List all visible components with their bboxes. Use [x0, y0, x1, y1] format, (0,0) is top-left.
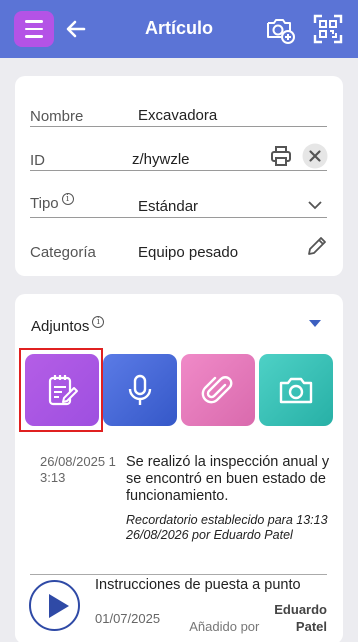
attachments-card: Adjuntos i 26/08/2025 13:13 Se realizó la…	[15, 294, 343, 642]
app-header: Artículo	[0, 0, 358, 58]
tipo-select-value[interactable]: Estándar	[138, 198, 198, 215]
add-audio-button[interactable]	[103, 354, 177, 426]
note-reminder: Recordatorio establecido para 13:13 26/0…	[126, 513, 328, 542]
id-underline	[30, 170, 327, 171]
pencil-edit-icon[interactable]	[305, 234, 329, 258]
divider	[30, 574, 327, 575]
tipo-label: Tipo i	[30, 193, 74, 212]
add-photo-button[interactable]	[259, 354, 333, 426]
categoria-label: Categoría	[30, 244, 96, 261]
info-icon[interactable]: i	[92, 316, 105, 328]
camera-plus-icon[interactable]	[264, 13, 296, 45]
caret-down-icon[interactable]	[309, 320, 321, 327]
clear-icon[interactable]	[302, 143, 328, 169]
selection-highlight	[19, 348, 103, 432]
categoria-value[interactable]: Equipo pesado	[138, 244, 238, 261]
microphone-icon	[128, 374, 152, 405]
note-text[interactable]: Se realizó la inspección anual y se enco…	[126, 454, 331, 505]
nombre-label: Nombre	[30, 108, 84, 125]
chevron-down-icon[interactable]	[307, 198, 323, 212]
audio-added-by: Añadido por Eduardo Patel	[189, 602, 327, 634]
printer-icon[interactable]	[269, 144, 293, 168]
page-title: Artículo	[144, 18, 213, 38]
note-date: 26/08/2025 13:13	[40, 454, 116, 485]
audio-title: Instrucciones de puesta a punto	[95, 577, 301, 593]
audio-date: 01/07/2025	[95, 611, 161, 626]
attachments-title: Adjuntos i	[31, 316, 105, 335]
camera-icon	[279, 377, 313, 404]
tipo-underline	[30, 217, 327, 218]
info-icon[interactable]: i	[61, 193, 74, 205]
item-details-card: Nombre Excavadora ID z/hywzle Tipo i Está…	[15, 76, 343, 276]
add-file-button[interactable]	[181, 354, 255, 426]
nombre-underline	[30, 126, 327, 127]
play-icon	[49, 594, 69, 618]
id-value[interactable]: z/hywzle	[132, 151, 190, 168]
qr-scan-icon[interactable]	[312, 13, 344, 45]
play-audio-button[interactable]	[29, 580, 80, 631]
id-label: ID	[30, 152, 45, 169]
nombre-value[interactable]: Excavadora	[138, 107, 217, 124]
paperclip-icon	[201, 376, 233, 404]
